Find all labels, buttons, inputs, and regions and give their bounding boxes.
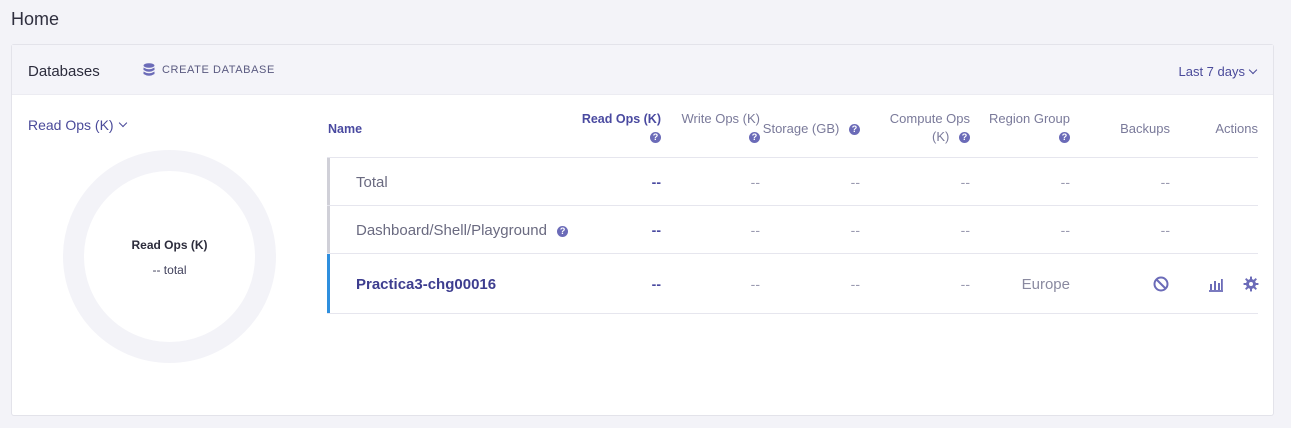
column-header-compute-ops-label-1: Compute Ops: [889, 111, 970, 126]
row-compute-ops: --: [960, 276, 970, 292]
row-write-ops: --: [750, 276, 760, 292]
column-header-region-group-label: Region Group: [989, 111, 1070, 126]
row-name-wrap: Dashboard/Shell/Playground ?: [356, 222, 569, 239]
row-read-ops: --: [651, 222, 661, 238]
row-name-link[interactable]: Practica3-chg00016: [356, 276, 496, 293]
donut-subtitle: -- total: [152, 263, 187, 277]
row-write-ops: --: [750, 174, 760, 190]
panel-header: Databases CREATE DATABASE Last 7 days: [12, 45, 1273, 95]
date-range-label: Last 7 days: [1178, 64, 1246, 79]
column-header-actions: Actions: [1215, 121, 1258, 136]
table-row[interactable]: Practica3-chg00016 -- -- -- -- Europe: [327, 254, 1259, 314]
row-backups: --: [1160, 222, 1170, 238]
bar-chart-icon[interactable]: [1208, 276, 1224, 297]
row-region: --: [1060, 222, 1070, 238]
help-icon[interactable]: ?: [650, 132, 661, 144]
column-header-write-ops[interactable]: Write Ops (K) ?: [667, 110, 760, 146]
help-icon[interactable]: ?: [1059, 132, 1070, 144]
column-header-compute-ops-label-2: (K): [932, 129, 950, 144]
metric-select[interactable]: Read Ops (K): [28, 117, 127, 133]
chevron-down-icon: [1248, 65, 1258, 74]
help-icon[interactable]: ?: [849, 124, 860, 136]
donut-title: Read Ops (K): [131, 238, 208, 252]
row-compute-ops: --: [960, 174, 970, 190]
chevron-down-icon: [118, 118, 127, 128]
row-region: --: [1060, 174, 1070, 190]
column-header-read-ops-label: Read Ops (K): [581, 112, 661, 126]
row-write-ops: --: [750, 222, 760, 238]
row-region: Europe: [1021, 276, 1070, 293]
create-database-button[interactable]: CREATE DATABASE: [143, 63, 275, 77]
column-header-backups: Backups: [1120, 121, 1170, 136]
database-icon: [143, 63, 155, 77]
column-header-name[interactable]: Name: [328, 120, 362, 138]
row-storage: --: [850, 174, 860, 190]
column-header-storage-label: Storage (GB): [762, 121, 840, 136]
column-header-storage[interactable]: Storage (GB) ?: [757, 120, 860, 138]
panel-title: Databases: [28, 63, 100, 80]
row-storage: --: [850, 222, 860, 238]
row-name: Total: [356, 174, 388, 191]
gear-icon[interactable]: [1243, 276, 1259, 297]
table-row[interactable]: Dashboard/Shell/Playground ? -- -- -- --…: [327, 206, 1258, 254]
column-header-read-ops[interactable]: Read Ops (K) ?: [557, 110, 661, 146]
row-indicator: [327, 254, 330, 313]
create-database-label: CREATE DATABASE: [162, 64, 275, 76]
metric-select-label: Read Ops (K): [28, 117, 114, 133]
table-row[interactable]: Total -- -- -- -- -- --: [327, 158, 1258, 206]
row-indicator: [327, 206, 330, 253]
page-title: Home: [11, 9, 60, 29]
row-indicator: [327, 158, 330, 205]
row-compute-ops: --: [960, 222, 970, 238]
table-header: Name Read Ops (K) ? Write Ops (K) ? Stor…: [327, 95, 1258, 158]
row-name: Dashboard/Shell/Playground: [356, 222, 547, 239]
donut-chart: [63, 150, 276, 363]
row-storage: --: [850, 276, 860, 292]
databases-table: Name Read Ops (K) ? Write Ops (K) ? Stor…: [327, 95, 1259, 314]
databases-panel: Databases CREATE DATABASE Last 7 days Re…: [11, 44, 1274, 416]
date-range-select[interactable]: Last 7 days: [1178, 64, 1258, 79]
disabled-circle-icon[interactable]: [1153, 276, 1169, 297]
column-header-compute-ops[interactable]: Compute Ops (K) ?: [867, 110, 970, 146]
column-header-write-ops-label: Write Ops (K): [681, 111, 761, 126]
row-read-ops: --: [651, 276, 661, 292]
row-backups: --: [1160, 174, 1170, 190]
row-read-ops: --: [651, 174, 661, 190]
column-header-region-group[interactable]: Region Group ?: [967, 110, 1070, 146]
